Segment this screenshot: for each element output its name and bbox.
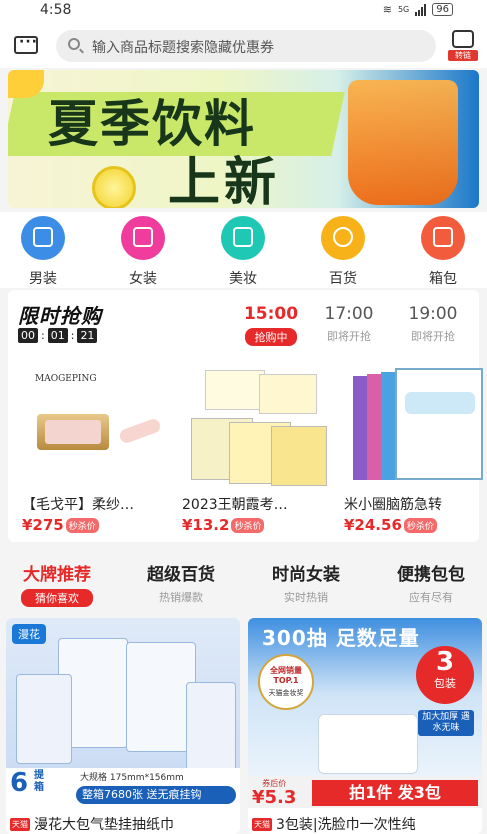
flash-sale-section: 限时抢购 00: 01: 21 15:00 抢购中 17:00 即将开抢 19:… — [8, 290, 483, 542]
category-bags[interactable]: 箱包 — [413, 216, 473, 288]
search-bar[interactable]: 输入商品标题搜索隐藏优惠券 — [56, 30, 436, 62]
category-womenswear[interactable]: 女装 — [113, 216, 173, 288]
bag-icon — [421, 216, 465, 260]
link-convert-label: 转链 — [448, 50, 478, 61]
link-icon — [452, 30, 474, 48]
status-time: 4:58 — [40, 2, 72, 18]
product-card[interactable]: 漫花 6 提箱 大规格 175mm*156mm 整箱7680张 送无痕挂钩 天猫… — [6, 618, 240, 834]
product-name: 【毛戈平】柔纱… — [22, 497, 134, 513]
top-bar: 输入商品标题搜索隐藏优惠券 转链 — [0, 22, 487, 68]
price-tag: 秒杀价 — [403, 517, 437, 533]
link-convert-button[interactable]: 转链 — [448, 28, 478, 62]
shirt-icon — [21, 216, 65, 260]
store-tag: 天猫 — [10, 817, 30, 831]
category-general[interactable]: 百货 — [313, 216, 373, 288]
countdown: 00: 01: 21 — [18, 328, 98, 343]
slot-1900[interactable]: 19:00 即将开抢 — [398, 304, 468, 344]
product-name: 2023王朝霞考… — [182, 497, 288, 513]
lemon-image — [92, 166, 136, 208]
product-price: ¥275 — [22, 516, 64, 534]
store-tag: 天猫 — [252, 817, 272, 831]
message-icon[interactable] — [14, 34, 38, 54]
product-image: 300抽 足数足量 全网销量 TOP.1 天猫金妆奖 3 包装 加大加厚 遇水无… — [248, 618, 482, 808]
banner-title-line2: 上新 — [168, 152, 281, 208]
product-image — [187, 362, 327, 490]
slot-1700[interactable]: 17:00 即将开抢 — [314, 304, 384, 344]
flash-product[interactable]: MAOGEPING 【毛戈平】柔纱… ¥275 秒杀价 — [22, 362, 172, 534]
search-icon — [68, 38, 80, 50]
product-card[interactable]: 300抽 足数足量 全网销量 TOP.1 天猫金妆奖 3 包装 加大加厚 遇水无… — [248, 618, 482, 834]
wifi-icon: ≋ — [382, 3, 392, 16]
product-price: ¥24.56 — [344, 516, 402, 534]
search-placeholder: 输入商品标题搜索隐藏优惠券 — [92, 40, 274, 56]
product-image — [349, 362, 487, 490]
battery-icon: 96 — [432, 3, 453, 16]
category-nav: 男装 女装 美妆 百货 箱包 — [0, 212, 487, 288]
slot-1500[interactable]: 15:00 抢购中 — [236, 304, 306, 346]
tab-portable-bags[interactable]: 便携包包 应有尽有 — [376, 560, 486, 605]
dress-icon — [121, 216, 165, 260]
feed-tabs: 大牌推荐 猜你喜欢 超级百货 热销爆款 时尚女装 实时热销 便携包包 应有尽有 — [0, 560, 487, 610]
signal-icon — [415, 3, 427, 16]
washer-icon — [321, 216, 365, 260]
camera-icon — [221, 216, 265, 260]
price-tag: 秒杀价 — [231, 517, 265, 533]
flash-product[interactable]: 2023王朝霞考… ¥13.2 秒杀价 — [182, 362, 332, 534]
tab-women-fashion[interactable]: 时尚女装 实时热销 — [251, 560, 361, 605]
iced-tea-image — [348, 80, 458, 205]
product-image: 漫花 6 提箱 大规格 175mm*156mm 整箱7680张 送无痕挂钩 — [6, 618, 240, 808]
price-tag: 秒杀价 — [65, 517, 99, 533]
category-beauty[interactable]: 美妆 — [213, 216, 273, 288]
product-price: ¥13.2 — [182, 516, 230, 534]
tab-brand-picks[interactable]: 大牌推荐 猜你喜欢 — [2, 560, 112, 607]
product-name: 3包装|洗脸巾一次性纯 — [276, 817, 416, 833]
flash-product[interactable]: 米小圈脑筋急转 ¥24.56 秒杀价 — [344, 362, 487, 534]
product-name: 米小圈脑筋急转 — [344, 497, 442, 513]
product-name: 漫花大包气垫挂抽纸巾 — [34, 817, 174, 833]
tab-super-general[interactable]: 超级百货 热销爆款 — [126, 560, 236, 605]
category-menswear[interactable]: 男装 — [13, 216, 73, 288]
network-label: 5G — [397, 5, 410, 14]
status-bar: 4:58 ≋ 5G 96 — [0, 0, 487, 22]
promo-banner[interactable]: 夏季饮料 上新 — [8, 70, 479, 208]
product-image: MAOGEPING — [27, 362, 167, 490]
flash-sale-title: 限时抢购 — [18, 304, 102, 328]
